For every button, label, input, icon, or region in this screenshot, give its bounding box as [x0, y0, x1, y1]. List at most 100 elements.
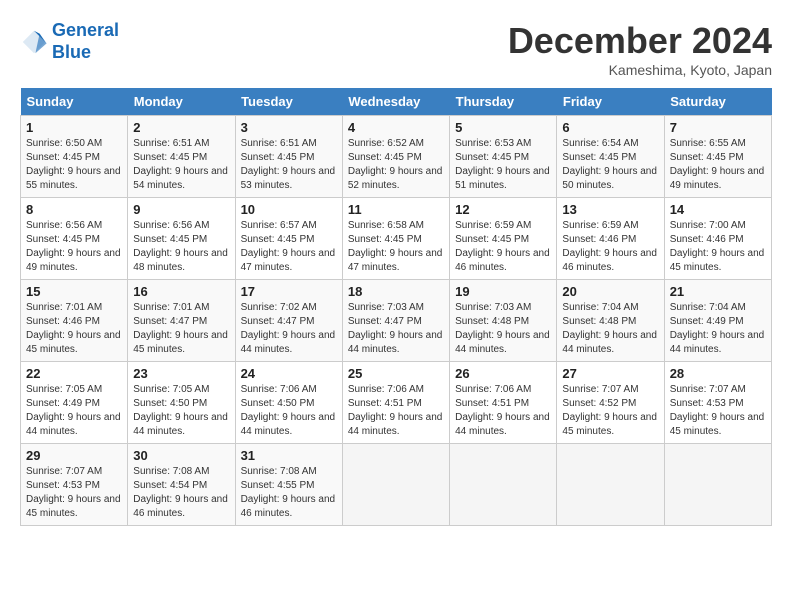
- month-title: December 2024: [508, 20, 772, 62]
- day-number: 1: [26, 120, 122, 135]
- day-cell: 10 Sunrise: 6:57 AMSunset: 4:45 PMDaylig…: [235, 198, 342, 280]
- column-header-saturday: Saturday: [664, 88, 771, 116]
- day-cell: 4 Sunrise: 6:52 AMSunset: 4:45 PMDayligh…: [342, 116, 449, 198]
- day-detail: Sunrise: 7:02 AMSunset: 4:47 PMDaylight:…: [241, 301, 337, 357]
- day-cell: 19 Sunrise: 7:03 AMSunset: 4:48 PMDaylig…: [450, 280, 557, 362]
- day-number: 22: [26, 366, 122, 381]
- day-cell: 27 Sunrise: 7:07 AMSunset: 4:52 PMDaylig…: [557, 362, 664, 444]
- day-cell: 29 Sunrise: 7:07 AMSunset: 4:53 PMDaylig…: [21, 444, 128, 526]
- day-number: 30: [133, 448, 229, 463]
- location: Kameshima, Kyoto, Japan: [508, 62, 772, 78]
- day-detail: Sunrise: 7:06 AMSunset: 4:50 PMDaylight:…: [241, 383, 337, 439]
- day-number: 26: [455, 366, 551, 381]
- day-cell: 30 Sunrise: 7:08 AMSunset: 4:54 PMDaylig…: [128, 444, 235, 526]
- column-header-friday: Friday: [557, 88, 664, 116]
- week-row-3: 15 Sunrise: 7:01 AMSunset: 4:46 PMDaylig…: [21, 280, 772, 362]
- day-cell: 16 Sunrise: 7:01 AMSunset: 4:47 PMDaylig…: [128, 280, 235, 362]
- day-number: 15: [26, 284, 122, 299]
- day-cell: 28 Sunrise: 7:07 AMSunset: 4:53 PMDaylig…: [664, 362, 771, 444]
- logo-line2: Blue: [52, 42, 91, 62]
- day-number: 23: [133, 366, 229, 381]
- day-cell: 24 Sunrise: 7:06 AMSunset: 4:50 PMDaylig…: [235, 362, 342, 444]
- day-detail: Sunrise: 6:53 AMSunset: 4:45 PMDaylight:…: [455, 137, 551, 193]
- day-cell: 1 Sunrise: 6:50 AMSunset: 4:45 PMDayligh…: [21, 116, 128, 198]
- calendar-table: SundayMondayTuesdayWednesdayThursdayFrid…: [20, 88, 772, 526]
- day-number: 29: [26, 448, 122, 463]
- logo-icon: [20, 28, 48, 56]
- week-row-2: 8 Sunrise: 6:56 AMSunset: 4:45 PMDayligh…: [21, 198, 772, 280]
- day-number: 31: [241, 448, 337, 463]
- day-detail: Sunrise: 6:52 AMSunset: 4:45 PMDaylight:…: [348, 137, 444, 193]
- column-header-tuesday: Tuesday: [235, 88, 342, 116]
- day-detail: Sunrise: 6:55 AMSunset: 4:45 PMDaylight:…: [670, 137, 766, 193]
- day-cell: 11 Sunrise: 6:58 AMSunset: 4:45 PMDaylig…: [342, 198, 449, 280]
- page-header: General Blue December 2024 Kameshima, Ky…: [20, 20, 772, 78]
- day-detail: Sunrise: 7:03 AMSunset: 4:47 PMDaylight:…: [348, 301, 444, 357]
- logo-text: General Blue: [52, 20, 119, 63]
- day-cell: 12 Sunrise: 6:59 AMSunset: 4:45 PMDaylig…: [450, 198, 557, 280]
- day-detail: Sunrise: 6:58 AMSunset: 4:45 PMDaylight:…: [348, 219, 444, 275]
- day-cell: 5 Sunrise: 6:53 AMSunset: 4:45 PMDayligh…: [450, 116, 557, 198]
- day-detail: Sunrise: 7:07 AMSunset: 4:53 PMDaylight:…: [26, 465, 122, 521]
- day-detail: Sunrise: 7:01 AMSunset: 4:47 PMDaylight:…: [133, 301, 229, 357]
- day-cell: 15 Sunrise: 7:01 AMSunset: 4:46 PMDaylig…: [21, 280, 128, 362]
- day-number: 3: [241, 120, 337, 135]
- day-number: 10: [241, 202, 337, 217]
- logo-line1: General: [52, 20, 119, 40]
- day-cell: 20 Sunrise: 7:04 AMSunset: 4:48 PMDaylig…: [557, 280, 664, 362]
- day-number: 8: [26, 202, 122, 217]
- day-number: 13: [562, 202, 658, 217]
- day-number: 24: [241, 366, 337, 381]
- week-row-5: 29 Sunrise: 7:07 AMSunset: 4:53 PMDaylig…: [21, 444, 772, 526]
- day-cell: 17 Sunrise: 7:02 AMSunset: 4:47 PMDaylig…: [235, 280, 342, 362]
- day-number: 2: [133, 120, 229, 135]
- day-cell: 31 Sunrise: 7:08 AMSunset: 4:55 PMDaylig…: [235, 444, 342, 526]
- day-detail: Sunrise: 7:07 AMSunset: 4:52 PMDaylight:…: [562, 383, 658, 439]
- day-detail: Sunrise: 7:03 AMSunset: 4:48 PMDaylight:…: [455, 301, 551, 357]
- day-number: 27: [562, 366, 658, 381]
- day-number: 20: [562, 284, 658, 299]
- column-header-wednesday: Wednesday: [342, 88, 449, 116]
- day-detail: Sunrise: 6:51 AMSunset: 4:45 PMDaylight:…: [133, 137, 229, 193]
- day-number: 25: [348, 366, 444, 381]
- day-detail: Sunrise: 7:05 AMSunset: 4:50 PMDaylight:…: [133, 383, 229, 439]
- day-cell: 21 Sunrise: 7:04 AMSunset: 4:49 PMDaylig…: [664, 280, 771, 362]
- day-cell: [557, 444, 664, 526]
- day-cell: 22 Sunrise: 7:05 AMSunset: 4:49 PMDaylig…: [21, 362, 128, 444]
- day-detail: Sunrise: 7:04 AMSunset: 4:48 PMDaylight:…: [562, 301, 658, 357]
- day-cell: 2 Sunrise: 6:51 AMSunset: 4:45 PMDayligh…: [128, 116, 235, 198]
- day-detail: Sunrise: 6:54 AMSunset: 4:45 PMDaylight:…: [562, 137, 658, 193]
- day-detail: Sunrise: 6:51 AMSunset: 4:45 PMDaylight:…: [241, 137, 337, 193]
- day-detail: Sunrise: 7:01 AMSunset: 4:46 PMDaylight:…: [26, 301, 122, 357]
- day-cell: 6 Sunrise: 6:54 AMSunset: 4:45 PMDayligh…: [557, 116, 664, 198]
- day-number: 11: [348, 202, 444, 217]
- title-section: December 2024 Kameshima, Kyoto, Japan: [508, 20, 772, 78]
- day-number: 14: [670, 202, 766, 217]
- day-cell: 23 Sunrise: 7:05 AMSunset: 4:50 PMDaylig…: [128, 362, 235, 444]
- day-number: 5: [455, 120, 551, 135]
- day-detail: Sunrise: 7:06 AMSunset: 4:51 PMDaylight:…: [455, 383, 551, 439]
- day-number: 6: [562, 120, 658, 135]
- day-number: 19: [455, 284, 551, 299]
- day-detail: Sunrise: 6:56 AMSunset: 4:45 PMDaylight:…: [26, 219, 122, 275]
- day-cell: 14 Sunrise: 7:00 AMSunset: 4:46 PMDaylig…: [664, 198, 771, 280]
- day-number: 9: [133, 202, 229, 217]
- day-detail: Sunrise: 7:05 AMSunset: 4:49 PMDaylight:…: [26, 383, 122, 439]
- day-cell: 26 Sunrise: 7:06 AMSunset: 4:51 PMDaylig…: [450, 362, 557, 444]
- day-cell: 25 Sunrise: 7:06 AMSunset: 4:51 PMDaylig…: [342, 362, 449, 444]
- column-header-sunday: Sunday: [21, 88, 128, 116]
- day-detail: Sunrise: 7:08 AMSunset: 4:54 PMDaylight:…: [133, 465, 229, 521]
- day-detail: Sunrise: 7:08 AMSunset: 4:55 PMDaylight:…: [241, 465, 337, 521]
- day-number: 16: [133, 284, 229, 299]
- week-row-1: 1 Sunrise: 6:50 AMSunset: 4:45 PMDayligh…: [21, 116, 772, 198]
- day-cell: 13 Sunrise: 6:59 AMSunset: 4:46 PMDaylig…: [557, 198, 664, 280]
- day-detail: Sunrise: 6:57 AMSunset: 4:45 PMDaylight:…: [241, 219, 337, 275]
- day-cell: 7 Sunrise: 6:55 AMSunset: 4:45 PMDayligh…: [664, 116, 771, 198]
- day-number: 28: [670, 366, 766, 381]
- day-detail: Sunrise: 6:56 AMSunset: 4:45 PMDaylight:…: [133, 219, 229, 275]
- day-number: 17: [241, 284, 337, 299]
- day-number: 12: [455, 202, 551, 217]
- day-cell: 3 Sunrise: 6:51 AMSunset: 4:45 PMDayligh…: [235, 116, 342, 198]
- column-header-thursday: Thursday: [450, 88, 557, 116]
- day-detail: Sunrise: 7:00 AMSunset: 4:46 PMDaylight:…: [670, 219, 766, 275]
